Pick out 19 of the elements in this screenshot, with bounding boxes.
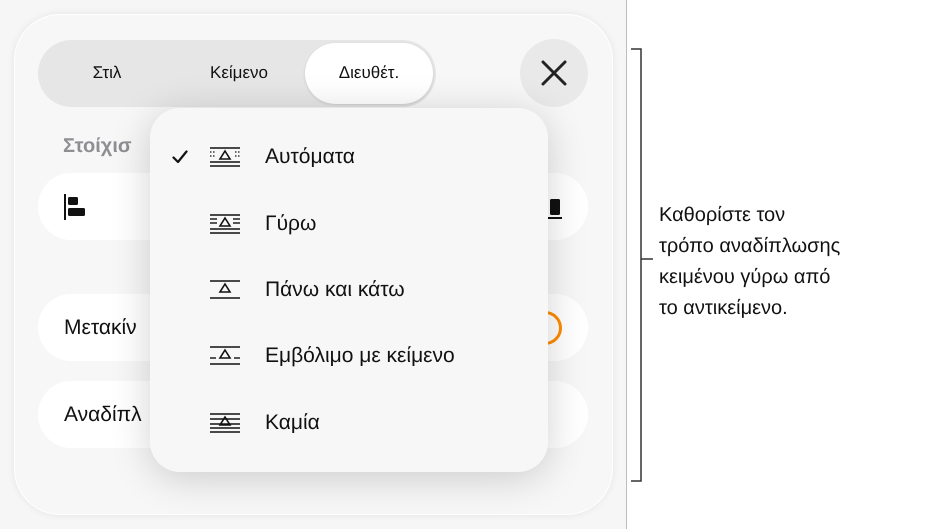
text-wrap-icon <box>210 147 240 168</box>
menu-item[interactable]: Πάνω και κάτω <box>150 256 548 324</box>
tab[interactable]: Κείμενο <box>173 42 305 104</box>
tab[interactable]: Διευθέτ. <box>305 42 433 104</box>
close-icon <box>541 60 567 86</box>
menu-item[interactable]: Εμβόλιμο με κείμενο <box>150 323 548 390</box>
callout-text: Καθορίστε τον τρόπο αναδίπλωσης κειμένου γύρω από το αντικείμενο. <box>659 202 840 320</box>
tab[interactable]: Στιλ <box>41 42 173 104</box>
text-wrap-icon <box>210 412 240 433</box>
menu-item[interactable]: Γύρω <box>150 190 548 257</box>
row-label: Μετακίν <box>64 316 137 340</box>
align-left-icon[interactable] <box>64 194 86 220</box>
menu-item[interactable]: Αυτόματα <box>150 124 548 190</box>
text-wrap-icon <box>210 214 240 234</box>
text-wrap-icon <box>210 346 240 366</box>
text-wrap-icon <box>210 280 240 300</box>
row-label: Αναδίπλ <box>64 402 142 426</box>
menu-item[interactable]: Καμία <box>150 390 548 456</box>
section-heading: Στοίχισ <box>63 135 132 159</box>
